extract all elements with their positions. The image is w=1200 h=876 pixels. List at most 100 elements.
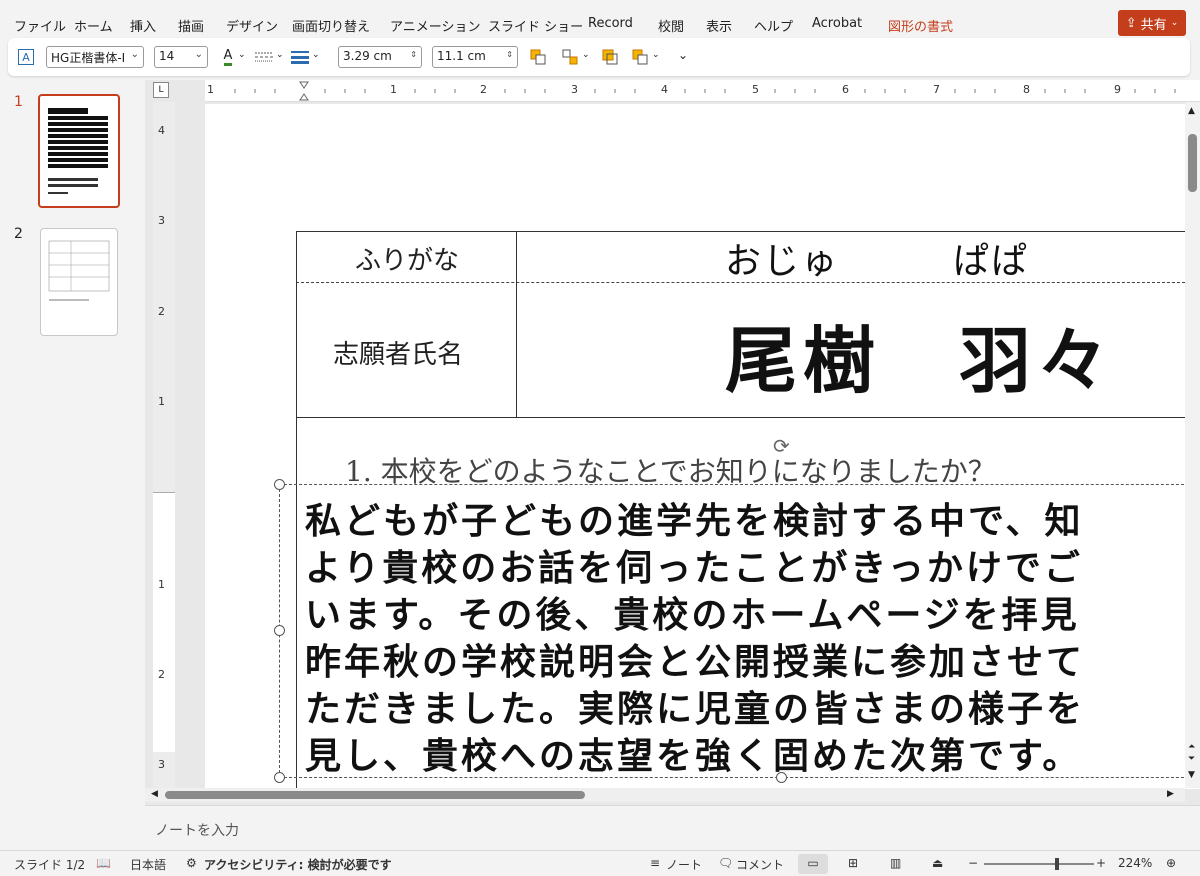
answer-line: 私どもが子どもの進学先を検討する中で、知 (305, 500, 1084, 542)
answer-line: より貴校のお話を伺ったことがきっかけでご (305, 547, 1083, 589)
notes-toggle-label[interactable]: ノート (666, 856, 702, 873)
status-bar: スライド 1/2 📖 日本語 ⚙ アクセシビリティ: 検討が必要です ≡ ノート… (0, 850, 1200, 876)
send-backward-icon[interactable] (600, 47, 620, 67)
slide-thumbnail-1[interactable] (38, 94, 120, 208)
horizontal-scroll-thumb[interactable] (165, 791, 585, 799)
menu-home[interactable]: ホーム (74, 16, 113, 35)
answer-line: 見し、貴校への志望を強く固めた次第です。 (305, 735, 1082, 777)
menu-transitions[interactable]: 画面切り替え (292, 16, 370, 35)
scroll-down-icon[interactable]: ▼ (1188, 770, 1195, 780)
slide-canvas[interactable]: ふりがな おじゅ ぱぱ 志願者氏名 尾樹 羽々 1. 本校をどのようなことでお知… (205, 104, 1200, 789)
ruler-tick-label: 6 (842, 83, 849, 96)
slideshow-icon[interactable]: ⏏ (932, 856, 943, 870)
applicant-name-value[interactable]: 尾樹 羽々 (725, 302, 1115, 407)
accessibility-status[interactable]: アクセシビリティ: 検討が必要です (204, 856, 392, 873)
chevron-down-icon[interactable]: ⌄ (238, 50, 246, 60)
ruler-tick-label: 1 (158, 395, 165, 408)
answer-line: います。その後、貴校のホームページを拝見 (305, 594, 1080, 636)
line-dash-icon[interactable] (254, 47, 274, 67)
slide-editor: L 1 1 2 3 4 5 6 7 8 9 4 3 2 1 1 2 3 ふりがな… (145, 80, 1200, 805)
menu-draw[interactable]: 描画 (178, 16, 204, 35)
zoom-in-icon[interactable]: + (1096, 856, 1106, 870)
menu-file[interactable]: ファイル (14, 16, 66, 35)
language-indicator[interactable]: 日本語 (130, 856, 166, 873)
ruler-tick-label: 1 (390, 83, 397, 96)
slide-sorter-icon[interactable]: ⊞ (848, 856, 858, 870)
answer-line: ただきました。実際に児童の皆さまの様子を (305, 688, 1086, 730)
chevron-down-icon[interactable]: ⌄ (582, 50, 590, 60)
chevron-down-icon: ⌄ (130, 49, 139, 60)
notes-pane[interactable]: ノートを入力 (145, 805, 1200, 850)
rotate-handle-icon[interactable]: ⟳ (773, 434, 790, 458)
shape-height-input[interactable]: 3.29 cm ⇕ (338, 46, 422, 68)
resize-handle[interactable] (274, 625, 285, 636)
bring-forward-icon[interactable] (528, 47, 548, 67)
ruler-tick-label: 7 (933, 83, 940, 96)
vertical-scrollbar[interactable]: ▲ ⏶ ⏷ ▼ (1185, 102, 1200, 788)
vertical-ruler: 4 3 2 1 1 2 3 (153, 102, 175, 802)
ruler-tick-label: 4 (661, 83, 668, 96)
font-color-button[interactable]: A (218, 47, 238, 67)
previous-slide-icon[interactable]: ⏶ (1188, 742, 1195, 752)
shape-width-input[interactable]: 11.1 cm ⇕ (432, 46, 518, 68)
normal-view-icon[interactable]: ▭ (798, 854, 828, 874)
chevron-down-icon[interactable]: ⌄ (312, 50, 320, 60)
menu-view[interactable]: 表示 (706, 16, 732, 35)
ruler-tick-label: 9 (1114, 83, 1121, 96)
next-slide-icon[interactable]: ⏷ (1188, 754, 1195, 764)
spinner-icon[interactable]: ⇕ (410, 50, 417, 59)
ruler-tick-label: 3 (158, 214, 165, 227)
zoom-level[interactable]: 224% (1118, 856, 1152, 870)
menu-shape-format[interactable]: 図形の書式 (888, 16, 953, 35)
vertical-scroll-thumb[interactable] (1188, 134, 1197, 192)
horizontal-scrollbar[interactable]: ◀ ▶ (145, 788, 1185, 802)
furigana-value[interactable]: おじゅ ぱぱ (725, 232, 1029, 284)
menu-review[interactable]: 校閲 (658, 16, 684, 35)
more-options-icon[interactable]: ⌄ (678, 48, 688, 62)
zoom-out-icon[interactable]: − (968, 856, 978, 870)
menu-acrobat[interactable]: Acrobat (812, 16, 862, 31)
ruler-tick-label: 3 (158, 758, 165, 771)
font-name-value: HG正楷書体-I (51, 51, 126, 65)
slide-thumbnails-panel: 1 2 (0, 80, 145, 850)
horizontal-ruler: 1 1 2 3 4 5 6 7 8 9 (205, 80, 1200, 102)
line-weight-icon[interactable] (290, 47, 310, 67)
zoom-slider-thumb[interactable] (1055, 858, 1059, 870)
resize-handle[interactable] (274, 479, 285, 490)
menu-insert[interactable]: 挿入 (130, 16, 156, 35)
spinner-icon[interactable]: ⇕ (506, 50, 513, 59)
scroll-right-icon[interactable]: ▶ (1167, 789, 1174, 799)
ruler-corner-tab-selector[interactable]: L (153, 82, 169, 98)
menu-slideshow[interactable]: スライド ショー (488, 16, 583, 35)
slide-thumbnail-2[interactable] (40, 228, 118, 336)
font-name-select[interactable]: HG正楷書体-I ⌄ (46, 46, 144, 68)
applicant-name-label: 志願者氏名 (333, 340, 464, 370)
comment-icon[interactable]: 🗨 (718, 856, 733, 870)
scroll-left-icon[interactable]: ◀ (151, 789, 158, 799)
font-size-select[interactable]: 14 ⌄ (154, 46, 208, 68)
notes-toggle-icon[interactable]: ≡ (650, 856, 660, 870)
chevron-down-icon[interactable]: ⌄ (652, 50, 660, 60)
notes-placeholder[interactable]: ノートを入力 (155, 820, 239, 840)
zoom-slider-track[interactable] (984, 863, 1094, 865)
share-label: 共有 (1140, 17, 1167, 33)
group-icon[interactable] (560, 47, 580, 67)
fit-to-window-icon[interactable]: ⊕ (1166, 856, 1176, 870)
share-button[interactable]: ⇪ 共有 ⌄ (1118, 10, 1186, 36)
accessibility-icon[interactable]: ⚙ (186, 856, 197, 870)
menu-help[interactable]: ヘルプ (754, 16, 793, 35)
ruler-tick-label: 8 (1023, 83, 1030, 96)
text-box-icon[interactable]: A (18, 49, 34, 65)
answer-line: 昨年秋の学校説明会と公開授業に参加させて (305, 641, 1086, 683)
shape-height-value: 3.29 cm (343, 49, 392, 63)
spellcheck-icon[interactable]: 📖 (96, 856, 111, 870)
arrange-icon[interactable] (630, 47, 650, 67)
comments-toggle-label[interactable]: コメント (736, 856, 784, 873)
menu-design[interactable]: デザイン (226, 16, 278, 35)
menu-record[interactable]: Record (588, 16, 633, 31)
scroll-up-icon[interactable]: ▲ (1188, 106, 1195, 116)
menu-animations[interactable]: アニメーション (390, 16, 480, 35)
resize-handle[interactable] (274, 772, 285, 783)
chevron-down-icon[interactable]: ⌄ (276, 50, 284, 60)
reading-view-icon[interactable]: ▥ (890, 856, 901, 870)
